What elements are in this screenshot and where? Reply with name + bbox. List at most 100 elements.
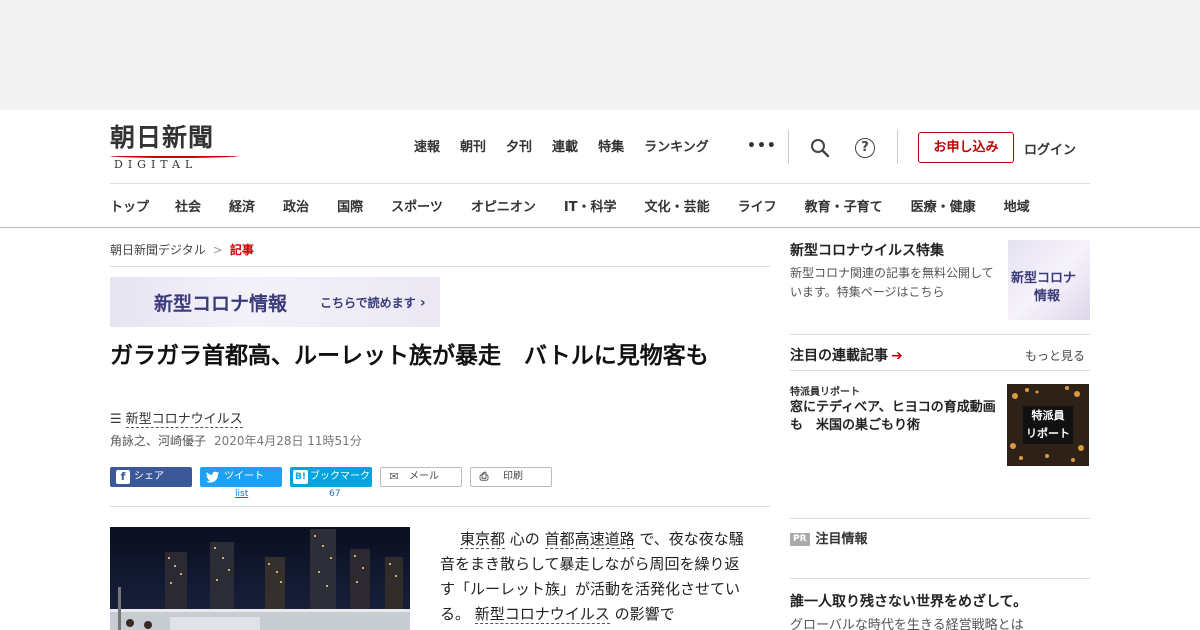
link-tokyo[interactable]: 東京都 [460,530,506,549]
cat-opinion[interactable]: オピニオン [471,196,536,215]
cat-culture[interactable]: 文化・芸能 [645,196,710,215]
banner-title: 新型コロナ情報 [154,293,288,315]
authors: 角詠之、河崎優子 [110,434,207,448]
series-title: 注目の連載記事 [790,348,888,364]
divider [790,578,1090,579]
cat-kokusai[interactable]: 国際 [337,196,363,215]
twitter-share-label: ツイート [224,471,264,482]
site-logo[interactable]: 朝日新聞 DIGITAL [110,123,240,171]
header-divider [110,183,1090,184]
help-icon[interactable]: ? [855,138,875,158]
nav-tokushu[interactable]: 特集 [598,139,624,157]
pr-title: 注目情報 [815,532,868,547]
facebook-icon: f [116,470,130,484]
breadcrumb-separator: > [212,243,223,257]
byline: 角詠之、河崎優子 2020年4月28日 11時51分 [110,432,362,449]
night-city-photo [110,527,410,630]
series-thumbnail[interactable]: 特派員 リポート [1007,384,1089,466]
nav-sokuho[interactable]: 速報 [414,139,440,157]
divider [110,506,770,507]
site-header: 朝日新聞 DIGITAL 速報 朝刊 夕刊 連載 特集 ランキング ••• ? … [0,110,1200,228]
login-link[interactable]: ログイン [1024,139,1076,158]
twitter-count-link[interactable]: list [235,489,248,499]
article-tag[interactable]: ☰ 新型コロナウイルス [110,408,243,428]
twitter-bird-icon [206,471,219,483]
body-seg-2: 心の [509,530,540,548]
search-icon[interactable] [810,138,830,158]
cat-top[interactable]: トップ [110,196,149,215]
cat-sports[interactable]: スポーツ [391,196,443,215]
cat-education[interactable]: 教育・子育て [805,196,883,215]
logo-roman: DIGITAL [114,158,198,171]
thumb-text-2: 情報 [1034,289,1061,304]
breadcrumb: 朝日新聞デジタル > 記事 [110,241,254,258]
arrow-right-icon: ➔ [891,348,903,364]
series-label: 特派員リポート [790,387,860,398]
hatena-label: ブックマーク [310,471,370,482]
hatena-count[interactable]: 67 [329,489,340,499]
nav-ranking[interactable]: ランキング [644,139,709,157]
link-covid[interactable]: 新型コロナウイルス [474,605,610,624]
mail-label: メール [409,471,439,482]
pr-heading: PR 注目情報 [790,528,868,547]
divider [788,130,789,164]
series-article-title[interactable]: 窓にテディベア、ヒヨコの育成動画も 米国の巣ごもり術 [790,399,1004,435]
divider [790,370,1090,371]
global-nav: 速報 朝刊 夕刊 連載 特集 ランキング [414,139,729,157]
pr-item-title[interactable]: 誰一人取り残さない世界をめざして。 [790,591,1027,611]
twitter-share-button[interactable]: ツイート [200,467,282,487]
mail-share-button[interactable]: ✉ メール [380,467,462,487]
banner-cta-text: こちらで読めます [320,296,416,310]
feature-thumbnail[interactable]: 新型コロナ 情報 [1008,240,1090,320]
nav-chokan[interactable]: 朝刊 [460,139,486,157]
more-menu-icon[interactable]: ••• [747,138,777,154]
body-seg-4: の影響で [614,605,675,623]
cat-life[interactable]: ライフ [738,196,777,215]
divider [110,266,770,267]
print-label: 印刷 [503,471,523,482]
corona-info-banner[interactable]: 新型コロナ情報 こちらで読めます › [110,277,440,327]
cat-health[interactable]: 医療・健康 [911,196,976,215]
series-thumb-text-2: リポート [1026,427,1070,440]
series-thumb-box: 特派員 リポート [1023,406,1073,444]
apply-button[interactable]: お申し込み [918,132,1014,163]
printer-icon: ⎙ [479,470,489,483]
pr-item-desc: グローバルな時代を生きる経営戦略とは [790,618,1024,630]
pr-badge: PR [790,533,810,546]
logo-kanji: 朝日新聞 [110,123,215,152]
list-icon: ☰ [110,412,122,427]
article-photo[interactable] [110,527,410,630]
tag-label: 新型コロナウイルス [125,412,243,428]
nav-rensai[interactable]: 連載 [552,139,578,157]
link-shutoko[interactable]: 首都高速道路 [544,530,635,549]
ad-space [0,0,1200,110]
sidebar-feature-title[interactable]: 新型コロナウイルス特集 [790,240,944,260]
category-nav: トップ 社会 経済 政治 国際 スポーツ オピニオン IT・科学 文化・芸能 ラ… [110,196,1100,215]
thumb-text-1: 新型コロナ [1011,271,1077,286]
hatena-icon: B! [293,470,308,484]
hatena-bookmark-button[interactable]: B! ブックマーク [290,467,372,487]
more-link[interactable]: もっと見る [1025,347,1085,364]
banner-cta: こちらで読めます › [320,294,426,311]
body-seg-1 [440,530,460,548]
breadcrumb-home[interactable]: 朝日新聞デジタル [110,243,206,257]
article-body: 東京都 心の 首都高速道路 で、夜な夜な騒音をまき散らして暴走しながら周回を繰り… [440,527,750,627]
facebook-share-label: シェア [134,471,164,482]
series-thumb-text-1: 特派員 [1031,409,1065,422]
cat-keizai[interactable]: 経済 [229,196,255,215]
cat-it-science[interactable]: IT・科学 [564,196,617,215]
divider [790,334,1090,335]
divider [897,130,898,164]
sidebar-feature-desc: 新型コロナ関連の記事を無料公開しています。特集ページはこちら [790,266,994,299]
article-headline: ガラガラ首都高、ルーレット族が暴走 バトルに見物客も [110,343,709,369]
cat-region[interactable]: 地域 [1004,196,1030,215]
cat-seiji[interactable]: 政治 [283,196,309,215]
mail-icon: ✉ [389,470,399,483]
print-button[interactable]: ⎙ 印刷 [470,467,552,487]
cat-shakai[interactable]: 社会 [175,196,201,215]
nav-yukan[interactable]: 夕刊 [506,139,532,157]
series-heading[interactable]: 注目の連載記事 ➔ [790,345,903,365]
facebook-share-button[interactable]: f シェア [110,467,192,487]
breadcrumb-current: 記事 [229,243,254,257]
divider [790,518,1090,519]
